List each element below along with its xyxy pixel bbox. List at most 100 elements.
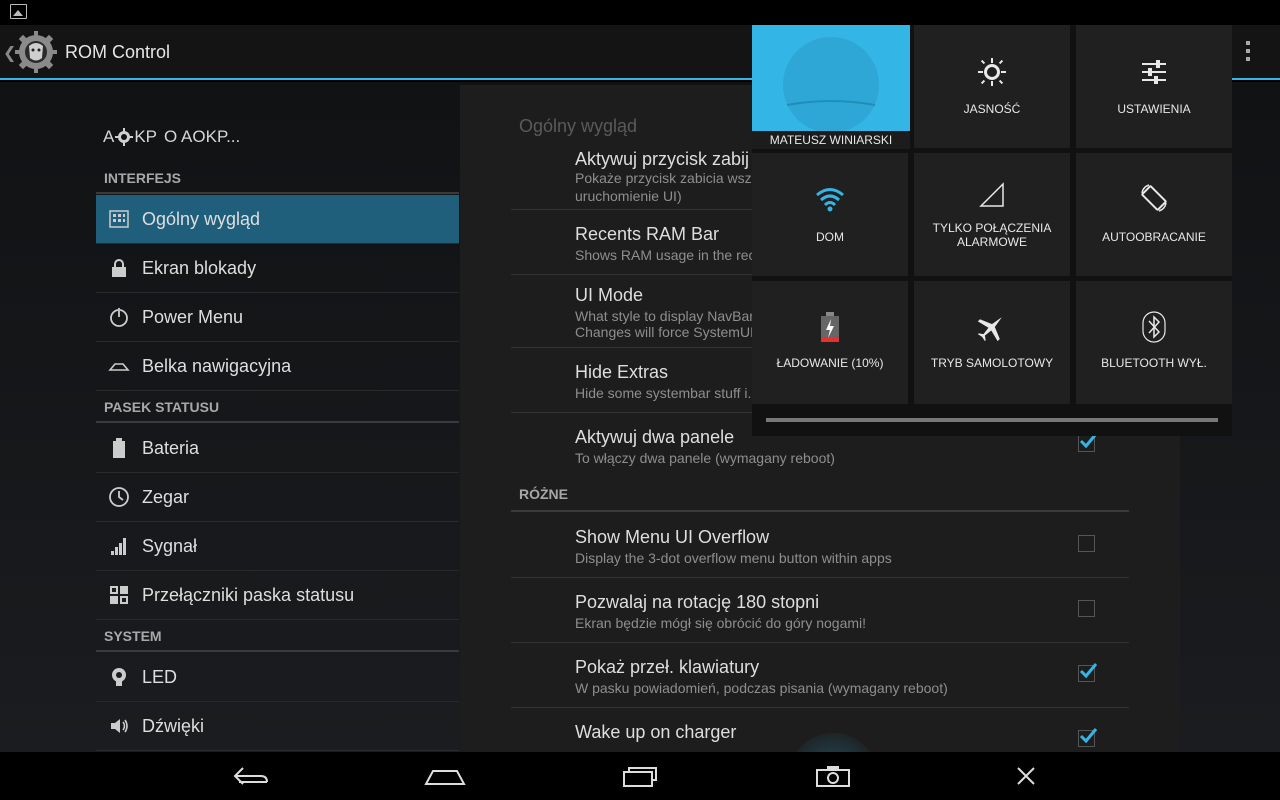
sidebar-item-ekran-blokady[interactable]: Ekran blokady [96, 244, 459, 293]
header-text-kp: KP [134, 127, 158, 146]
sidebar-item-zegar[interactable]: Zegar [96, 473, 459, 522]
aokp-lion-icon[interactable] [14, 30, 58, 74]
sidebar-item-led[interactable]: LED [96, 653, 459, 702]
pref-summary: Pokaże przycisk zabicia wsz [575, 170, 752, 186]
image-icon[interactable] [10, 4, 27, 19]
sidebar-item-power-menu[interactable]: Power Menu [96, 293, 459, 342]
qs-tile-user[interactable]: MATEUSZ WINIARSKI [752, 25, 910, 149]
battery-icon [113, 438, 125, 458]
panel-title: Ogólny wygląd [519, 116, 638, 136]
sidebar-item-label: Zegar [142, 486, 190, 507]
sidebar-item-label: Power Menu [142, 306, 244, 327]
qs-tile-jasnosc[interactable]: JASNOŚĆ [914, 25, 1070, 148]
app-title: ROM Control [65, 42, 171, 62]
sidebar: A KP O AOKP... INTERFEJS Ogólny wygląd E… [96, 82, 459, 752]
qs-tile-label: BLUETOOTH WYŁ. [1101, 356, 1207, 370]
qs-tile-label: USTAWIENIA [1117, 102, 1191, 116]
sidebar-item-przelaczniki[interactable]: Przełączniki paska statusu [96, 571, 459, 620]
status-bar [0, 0, 1280, 25]
qs-tile-label: DOM [816, 230, 844, 244]
pref-show-menu-ui-overflow[interactable]: Show Menu UI Overflow Display the 3-dot … [511, 513, 1129, 578]
rotate-icon [1141, 184, 1167, 212]
navbar-icon [108, 363, 130, 371]
pref-summary: Shows RAM usage in the rec [575, 247, 756, 263]
airplane-icon [977, 317, 1002, 342]
checkbox[interactable] [1078, 433, 1098, 452]
qs-tile-label: TYLKO POŁĄCZENIA [932, 221, 1052, 235]
qs-tile-label: AUTOOBRACANIE [1102, 230, 1206, 244]
user-name: MATEUSZ WINIARSKI [752, 131, 910, 149]
header-text-about: O AOKP... [164, 127, 241, 146]
pref-title: Pozwalaj na rotację 180 stopni [575, 592, 820, 612]
qs-tile-label: JASNOŚĆ [963, 102, 1021, 116]
qs-tile-bluetooth[interactable]: BLUETOOTH WYŁ. [1076, 281, 1232, 404]
bulb-icon [112, 668, 126, 686]
pref-title: UI Mode [575, 285, 644, 305]
checkbox[interactable] [1078, 600, 1095, 617]
brightness-icon [978, 58, 1006, 86]
home-icon[interactable] [405, 752, 485, 800]
sidebar-item-ogolny-wyglad[interactable]: Ogólny wygląd [96, 195, 459, 244]
sidebar-item-sygnal[interactable]: Sygnał [96, 522, 459, 571]
pref-title: Pokaż przeł. klawiatury [575, 657, 760, 677]
screenshot-icon[interactable] [793, 752, 873, 800]
qs-tile-tylko-polaczenia-alarmowe[interactable]: TYLKO POŁĄCZENIA ALARMOWE [914, 153, 1070, 276]
sidebar-item-dzwieki[interactable]: Dźwięki [96, 702, 459, 751]
checkbox[interactable] [1078, 663, 1098, 682]
power-icon [110, 307, 128, 327]
lock-icon [112, 259, 126, 277]
pref-title: Wake up on charger [575, 722, 737, 742]
speaker-icon [111, 719, 128, 733]
pref-summary: Hide some systembar stuff i.e [575, 385, 760, 401]
sidebar-item-label: Dźwięki [142, 715, 205, 736]
avatar-icon [783, 37, 879, 133]
settings-sliders-icon [1142, 60, 1166, 84]
signal-empty-icon [979, 182, 1004, 207]
section-header-system: SYSTEM [96, 622, 459, 652]
pref-summary: W pasku powiadomień, podczas pisania (wy… [575, 680, 948, 696]
sidebar-item-bateria[interactable]: Bateria [96, 424, 459, 473]
pref-title: Aktywuj dwa panele [575, 427, 735, 447]
sidebar-item-label: Bateria [142, 437, 200, 458]
pref-pokaz-przel-klawiatury[interactable]: Pokaż przeł. klawiatury W pasku powiadom… [511, 643, 1129, 708]
qs-tile-label: ŁADOWANIE (10%) [776, 356, 884, 370]
pref-title: Aktywuj przycisk zabij [575, 149, 750, 169]
sidebar-item-label: Sygnał [142, 535, 198, 556]
section-header-pasek-statusu: PASEK STATUSU [96, 393, 459, 423]
navigation-bar [0, 752, 1280, 800]
sidebar-header-aokp[interactable]: A KP O AOKP... [103, 127, 240, 147]
qs-tile-ustawienia[interactable]: USTAWIENIA [1076, 25, 1232, 148]
qs-tile-wifi[interactable]: DOM [752, 153, 908, 276]
quick-settings-panel: MATEUSZ WINIARSKI JASNOŚĆ USTAWIENIA DOM… [752, 25, 1232, 436]
section-header-interfejs: INTERFEJS [96, 164, 459, 194]
sidebar-item-belka-nawigacyjna[interactable]: Belka nawigacyjna [96, 342, 459, 391]
sidebar-item-label: Ekran blokady [142, 257, 257, 278]
qs-tile-autoobracanie[interactable]: AUTOOBRACANIE [1076, 153, 1232, 276]
qs-tile-ladowanie[interactable]: ŁADOWANIE (10%) [752, 281, 908, 404]
checkbox[interactable] [1078, 535, 1095, 552]
qs-bottom-handle[interactable] [766, 418, 1218, 422]
checkbox[interactable] [1078, 728, 1098, 747]
qs-tile-tryb-samolotowy[interactable]: TRYB SAMOLOTOWY [914, 281, 1070, 404]
sidebar-item-label: Belka nawigacyjna [142, 355, 292, 376]
pref-rotacja-180[interactable]: Pozwalaj na rotację 180 stopni Ekran będ… [511, 578, 1129, 643]
sidebar-item-label: LED [142, 666, 178, 687]
bluetooth-icon [1142, 311, 1166, 343]
pref-summary: To włączy dwa panele (wymagany reboot) [575, 450, 835, 466]
pref-title: Recents RAM Bar [575, 224, 720, 244]
group-header-rozne: RÓŻNE [511, 480, 1129, 512]
recents-icon[interactable] [600, 752, 680, 800]
pref-summary: Display the 3-dot overflow menu button w… [575, 550, 892, 566]
pref-title: Show Menu UI Overflow [575, 527, 770, 547]
grid-icon [109, 210, 129, 228]
pref-summary: Ekran będzie mógł się obrócić do góry no… [575, 615, 867, 631]
gear-icon [115, 128, 134, 146]
back-icon[interactable] [211, 752, 291, 800]
qs-tile-label: TRYB SAMOLOTOWY [930, 356, 1054, 370]
overflow-menu-icon[interactable] [1240, 41, 1256, 65]
pref-summary-line2: uruchomienie UI) [575, 188, 682, 204]
sidebar-item-label: Ogólny wygląd [142, 208, 261, 229]
header-text-a: A [103, 127, 115, 146]
close-icon[interactable] [986, 752, 1066, 800]
pref-title: Hide Extras [575, 362, 669, 382]
